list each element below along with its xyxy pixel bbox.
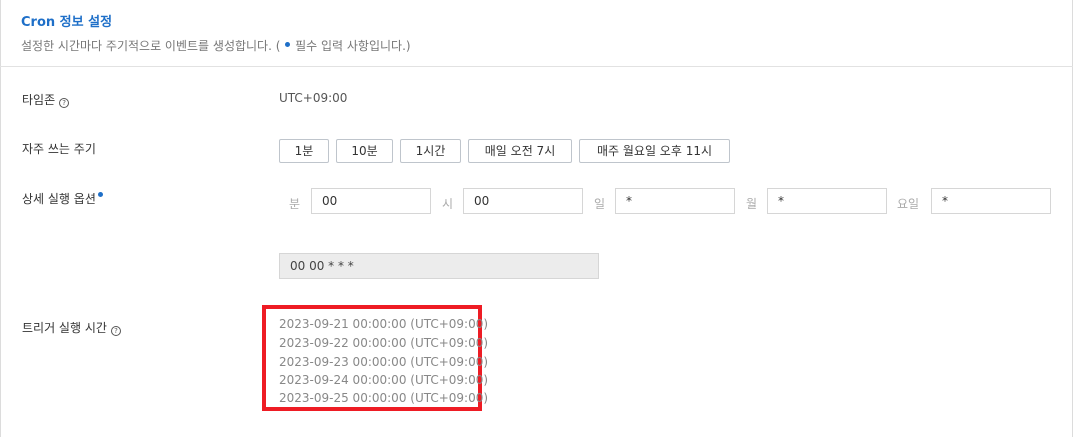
hour-field-label: 시 xyxy=(442,197,454,211)
description-text: 설정한 시간마다 주기적으로 이벤트를 생성합니다. ( xyxy=(21,39,281,53)
month-input[interactable]: * xyxy=(767,188,887,214)
description-text-end: 필수 입력 사항입니다.) xyxy=(295,39,411,53)
section-title: Cron 정보 설정 xyxy=(21,15,113,30)
preset-1hour-button[interactable]: 1시간 xyxy=(400,139,461,163)
trigger-time-item: 2023-09-22 00:00:00 (UTC+09:00) xyxy=(279,336,489,350)
day-field-label: 일 xyxy=(594,197,606,211)
hour-input[interactable]: 00 xyxy=(463,188,583,214)
trigger-time-item: 2023-09-23 00:00:00 (UTC+09:00) xyxy=(279,355,489,369)
preset-10min-button[interactable]: 10분 xyxy=(336,139,393,163)
section-header: Cron 정보 설정 설정한 시간마다 주기적으로 이벤트를 생성합니다. ( … xyxy=(0,0,1073,67)
section-description: 설정한 시간마다 주기적으로 이벤트를 생성합니다. ( 필수 입력 사항입니다… xyxy=(21,37,411,54)
trigger-time-item: 2023-09-24 00:00:00 (UTC+09:00) xyxy=(279,373,489,387)
cron-expression-field: 00 00 * * * xyxy=(279,253,599,279)
minute-field-label: 분 xyxy=(289,197,301,211)
required-dot-icon xyxy=(97,192,103,197)
preset-1min-button[interactable]: 1분 xyxy=(279,139,329,163)
timezone-value: UTC+09:00 xyxy=(279,91,348,105)
trigger-times-label-text: 트리거 실행 시간 xyxy=(22,321,107,335)
day-input[interactable]: * xyxy=(615,188,735,214)
timezone-label-text: 타임존 xyxy=(22,93,56,107)
presets-label: 자주 쓰는 주기 xyxy=(22,142,96,156)
detail-options-label-text: 상세 실행 옵션 xyxy=(22,192,96,206)
timezone-label: 타임존? xyxy=(22,91,70,108)
detail-options-label: 상세 실행 옵션 xyxy=(22,190,103,207)
trigger-time-item: 2023-09-25 00:00:00 (UTC+09:00) xyxy=(279,391,489,405)
required-dot-icon xyxy=(285,42,291,47)
minute-input[interactable]: 00 xyxy=(311,188,431,214)
help-icon[interactable]: ? xyxy=(59,98,70,108)
preset-weekly-mon-11pm-button[interactable]: 매주 월요일 오후 11시 xyxy=(579,139,730,163)
help-icon[interactable]: ? xyxy=(110,326,121,336)
trigger-time-item: 2023-09-21 00:00:00 (UTC+09:00) xyxy=(279,317,489,331)
weekday-field-label: 요일 xyxy=(897,197,920,211)
trigger-times-label: 트리거 실행 시간? xyxy=(22,319,121,336)
month-field-label: 월 xyxy=(746,197,758,211)
weekday-input[interactable]: * xyxy=(931,188,1051,214)
preset-daily-7am-button[interactable]: 매일 오전 7시 xyxy=(468,139,572,163)
